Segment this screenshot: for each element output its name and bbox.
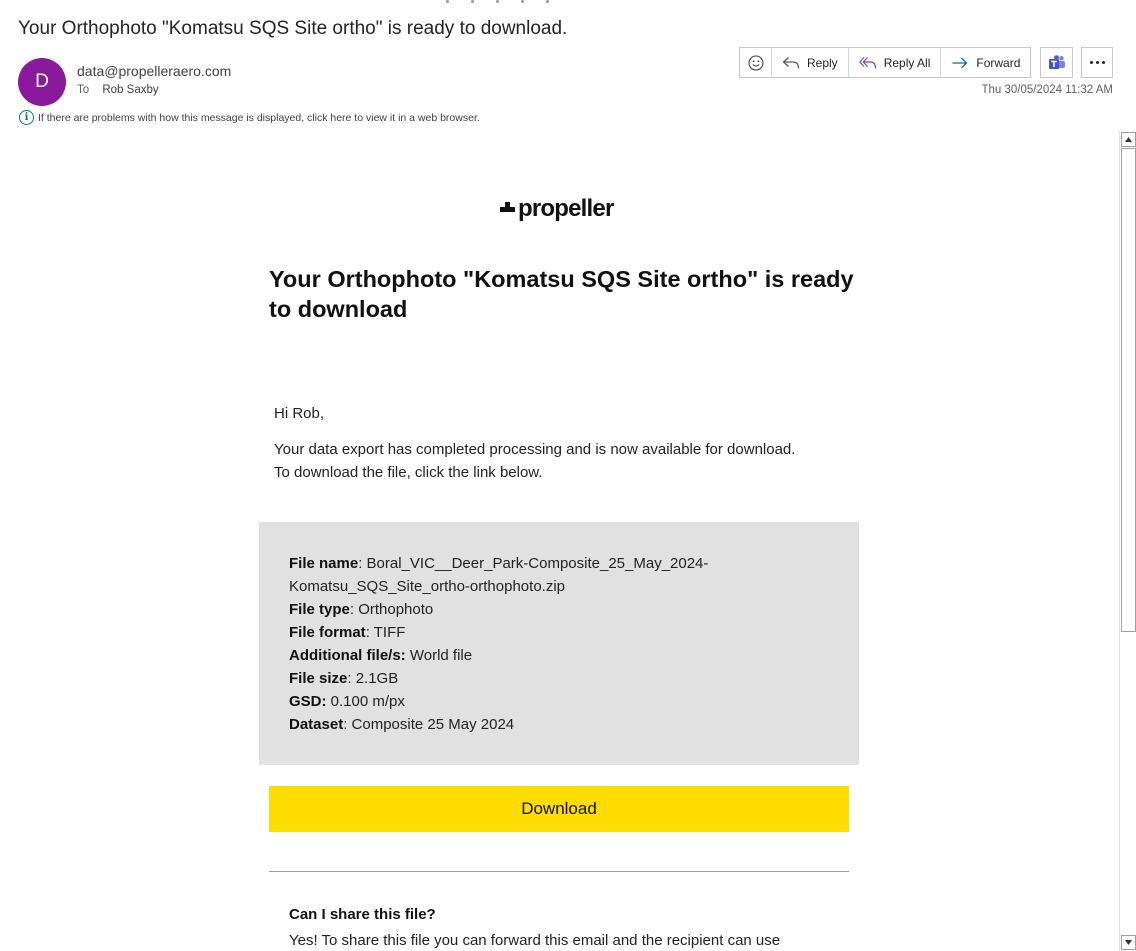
vertical-scrollbar[interactable]	[1119, 131, 1136, 951]
message-action-toolbar: Reply Reply All Forward	[739, 47, 1032, 78]
forward-button[interactable]: Forward	[941, 48, 1030, 77]
additional-files-row: Additional file/s: World file	[289, 644, 829, 667]
file-name-row: File name: Boral_VIC__Deer_Park-Composit…	[289, 555, 709, 572]
display-problem-text[interactable]: If there are problems with how this mess…	[38, 112, 480, 124]
file-name-value: Boral_VIC__Deer_Park-Composite_25_May_20…	[366, 555, 709, 572]
dataset-value: Composite 25 May 2024	[351, 716, 515, 733]
scrollbar-thumb[interactable]	[1121, 148, 1136, 632]
recipient-line: To Rob Saxby	[77, 84, 159, 96]
sender-address[interactable]: data@propelleraero.com	[77, 63, 231, 79]
reply-icon	[782, 56, 800, 69]
file-name-row-continued: Komatsu_SQS_Site_ortho-orthophoto.zip	[289, 578, 565, 595]
forward-icon	[952, 57, 968, 68]
reply-all-button[interactable]: Reply All	[849, 48, 942, 77]
dataset-row: Dataset: Composite 25 May 2024	[289, 716, 515, 733]
reply-label: Reply	[807, 55, 838, 70]
dataset-label: Dataset	[289, 716, 344, 733]
faq-question: Can I share this file?	[289, 906, 436, 923]
download-button[interactable]: Download	[269, 786, 849, 832]
file-name-label: File name	[289, 555, 359, 572]
additional-files-value: World file	[409, 647, 473, 664]
reply-all-icon	[858, 56, 876, 69]
reaction-button[interactable]	[740, 48, 772, 77]
intro-line: To download the file, click the link bel…	[274, 464, 543, 481]
file-format-row: File format: TIFF	[289, 624, 406, 641]
forward-label: Forward	[976, 55, 1021, 70]
more-icon-dot	[1101, 61, 1105, 64]
display-problem-notice[interactable]: i If there are problems with how this me…	[19, 110, 480, 125]
file-type-value: Orthophoto	[358, 601, 434, 618]
file-type-label: File type	[289, 601, 350, 618]
file-type-row: File type: Orthophoto	[289, 601, 434, 618]
file-format-value: TIFF	[373, 624, 406, 641]
file-size-label: File size	[289, 670, 348, 687]
faq-answer: Yes! To share this file you can forward …	[289, 932, 781, 949]
intro-paragraph: Your data export has completed processin…	[274, 438, 854, 484]
reply-button[interactable]: Reply	[772, 48, 849, 77]
message-timestamp: Thu 30/05/2024 11:32 AM	[981, 84, 1114, 96]
scroll-up-arrow-icon[interactable]	[1121, 132, 1136, 147]
smiley-icon	[747, 54, 764, 71]
additional-files-label: Additional file/s:	[289, 647, 406, 664]
sender-avatar[interactable]: D	[18, 58, 66, 106]
intro-line: Your data export has completed processin…	[274, 441, 796, 458]
gsd-value: 0.100 m/px	[330, 693, 405, 710]
email-subject: Your Orthophoto "Komatsu SQS Site ortho"…	[18, 18, 568, 39]
file-format-label: File format	[289, 624, 366, 641]
file-size-value: 2.1GB	[355, 670, 399, 687]
reply-all-label: Reply All	[883, 55, 931, 70]
more-icon-dot	[1095, 61, 1099, 64]
more-actions-button[interactable]	[1081, 47, 1113, 78]
propeller-logo-mark-icon	[500, 200, 516, 218]
propeller-logo[interactable]: propeller	[500, 195, 614, 223]
gsd-label: GSD:	[289, 693, 327, 710]
more-icon-dot	[1089, 61, 1093, 64]
greeting: Hi Rob,	[274, 405, 325, 422]
info-icon: i	[19, 110, 34, 125]
to-label: To	[77, 84, 90, 96]
teams-icon	[1048, 54, 1065, 69]
email-headline: Your Orthophoto "Komatsu SQS Site ortho"…	[269, 266, 854, 322]
logo-text: propeller	[518, 195, 614, 222]
file-details-box: File name: Boral_VIC__Deer_Park-Composit…	[259, 522, 859, 765]
section-divider	[269, 871, 849, 872]
gsd-row: GSD: 0.100 m/px	[289, 690, 829, 713]
email-body: propeller Your Orthophoto "Komatsu SQS S…	[0, 131, 1119, 951]
recipient-name[interactable]: Rob Saxby	[102, 84, 158, 96]
window-drag-handle[interactable]	[446, 0, 552, 4]
file-size-row: File size: 2.1GB	[289, 670, 399, 687]
scroll-down-arrow-icon[interactable]	[1121, 935, 1136, 950]
teams-share-button[interactable]	[1040, 47, 1073, 78]
